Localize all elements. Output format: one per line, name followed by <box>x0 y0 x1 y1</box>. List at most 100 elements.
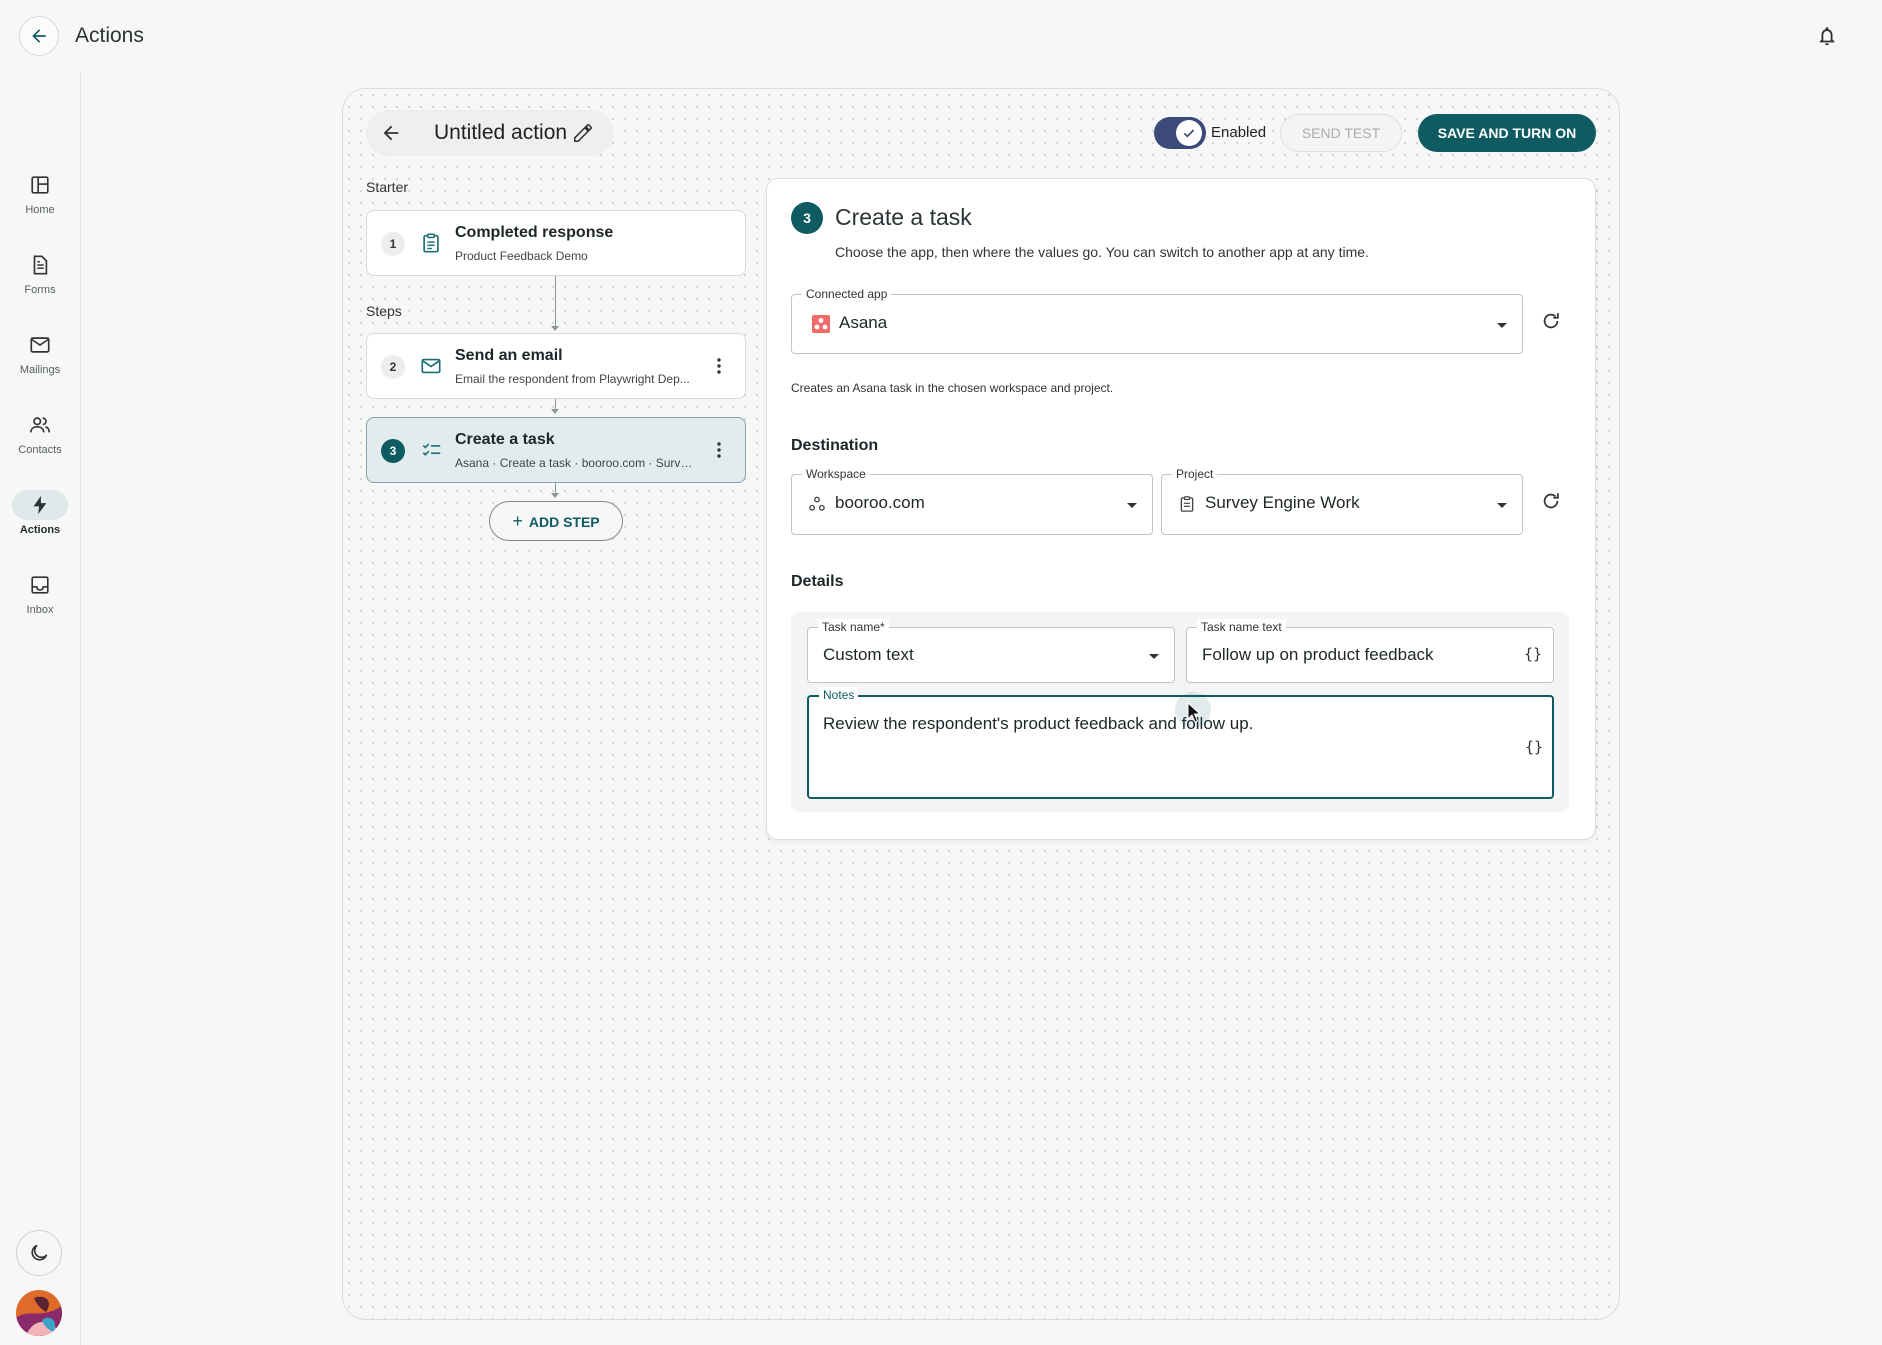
insert-variable-icon[interactable]: {} <box>1524 645 1542 663</box>
step-number: 1 <box>381 232 405 256</box>
step-title: Create a task <box>455 431 555 448</box>
bell-icon <box>1819 27 1835 46</box>
step-title: Send an email <box>455 347 563 364</box>
sidebar-item-inbox[interactable]: Inbox <box>0 570 80 616</box>
project-icon <box>1178 495 1196 513</box>
sidebar-item-mailings[interactable]: Mailings <box>0 330 80 376</box>
forms-icon <box>33 255 48 275</box>
asana-icon <box>812 315 830 333</box>
chevron-down-icon <box>1127 503 1137 508</box>
field-label: Task name text <box>1197 619 1286 635</box>
field-value: Follow up on product feedback <box>1202 645 1434 664</box>
mail-icon <box>421 358 441 374</box>
step-number: 2 <box>381 355 405 379</box>
back-button[interactable] <box>19 16 59 56</box>
arrow-left-icon <box>32 29 46 43</box>
workspace-select[interactable]: Workspace booroo.com <box>791 466 1153 535</box>
starter-label: Starter <box>366 179 409 195</box>
sidebar-item-actions[interactable]: Actions <box>0 490 80 536</box>
add-step-button[interactable]: + ADD STEP <box>489 501 623 541</box>
field-label: Workspace <box>802 466 870 482</box>
insert-variable-icon[interactable]: {} <box>1525 738 1543 756</box>
send-test-button[interactable]: SEND TEST <box>1280 114 1402 152</box>
sidebar-item-contacts[interactable]: Contacts <box>0 410 80 456</box>
step-card-create-task[interactable]: 3 Create a task Asana · Create a task · … <box>366 417 746 483</box>
contacts-icon <box>30 417 50 433</box>
step-number: 3 <box>381 439 405 463</box>
task-name-text-input[interactable]: Task name text Follow up on product feed… <box>1186 619 1554 683</box>
sidebar-item-label: Contacts <box>18 444 62 456</box>
mail-icon <box>30 337 50 353</box>
project-select[interactable]: Project Survey Engine Work <box>1161 466 1523 535</box>
sidebar-item-label: Actions <box>19 524 61 536</box>
sidebar-item-forms[interactable]: Forms <box>0 250 80 296</box>
sidebar-item-label: Forms <box>24 284 56 296</box>
more-vertical-icon <box>717 358 721 374</box>
save-and-turn-on-button[interactable]: SAVE AND TURN ON <box>1418 114 1596 152</box>
add-step-label: ADD STEP <box>528 514 600 530</box>
refresh-destination-button[interactable] <box>1540 490 1562 512</box>
field-label: Project <box>1172 466 1218 482</box>
refresh-icon <box>1543 313 1559 329</box>
checklist-icon <box>422 443 441 456</box>
field-value: booroo.com <box>835 493 925 512</box>
chevron-down-icon <box>1497 323 1507 328</box>
step-more-button[interactable] <box>716 440 722 460</box>
field-value: Custom text <box>823 645 914 664</box>
app-helper-text: Creates an Asana task in the chosen work… <box>791 381 1114 395</box>
sidebar-item-label: Home <box>25 204 55 216</box>
chevron-down-icon <box>1497 503 1507 508</box>
field-value: Survey Engine Work <box>1205 493 1360 512</box>
connector-arrow <box>551 409 559 414</box>
enabled-toggle[interactable] <box>1154 117 1206 149</box>
steps-label: Steps <box>366 303 402 319</box>
refresh-app-button[interactable] <box>1540 310 1562 332</box>
moon-icon <box>31 1244 48 1261</box>
clipboard-icon <box>423 233 439 253</box>
connector-arrow <box>551 493 559 498</box>
avatar[interactable] <box>16 1290 62 1336</box>
step-card-send-email[interactable]: 2 Send an email Email the respondent fro… <box>366 333 746 399</box>
field-value: Asana <box>839 313 888 332</box>
details-heading: Details <box>791 573 844 590</box>
field-label: Task name* <box>818 619 889 635</box>
action-title-bar: Untitled action <box>366 110 614 156</box>
connected-app-select[interactable]: Connected app Asana <box>791 286 1523 354</box>
step-subtitle: Product Feedback Demo <box>455 249 588 263</box>
step-subtitle: Email the respondent from Playwright Dep… <box>455 372 690 386</box>
avatar-image <box>16 1290 62 1336</box>
panel-title: Create a task <box>835 204 972 230</box>
connector <box>555 276 556 326</box>
step-card-starter[interactable]: 1 Completed response Product Feedback De… <box>366 210 746 276</box>
sidebar-item-label: Mailings <box>19 364 61 376</box>
enabled-label: Enabled <box>1211 124 1267 141</box>
connector-arrow <box>551 326 559 331</box>
field-label: Notes <box>819 687 859 703</box>
canvas-back-button[interactable] <box>380 122 402 144</box>
inbox-icon <box>31 576 49 594</box>
panel-step-number: 3 <box>791 202 823 234</box>
workspace-icon <box>808 495 826 513</box>
pencil-icon <box>573 123 593 143</box>
field-label: Connected app <box>802 286 892 302</box>
task-name-select[interactable]: Task name* Custom text <box>807 619 1175 683</box>
destination-heading: Destination <box>791 437 879 454</box>
notifications-button[interactable] <box>1816 24 1838 48</box>
arrow-left-icon <box>383 125 399 141</box>
bolt-icon <box>33 495 47 515</box>
action-title: Untitled action <box>434 121 568 144</box>
step-more-button[interactable] <box>716 356 722 376</box>
theme-toggle-button[interactable] <box>16 1230 62 1276</box>
plus-icon: + <box>512 511 523 531</box>
refresh-icon <box>1543 493 1559 509</box>
check-icon <box>1183 129 1195 138</box>
panel-description: Choose the app, then where the values go… <box>835 244 1369 260</box>
page-title: Actions <box>75 24 144 47</box>
home-icon <box>31 176 49 194</box>
step-title: Completed response <box>455 224 614 241</box>
step-subtitle: Asana · Create a task · booroo.com · Sur… <box>455 456 695 470</box>
sidebar-item-label: Inbox <box>26 604 54 616</box>
edit-title-button[interactable] <box>572 122 594 144</box>
sidebar-item-home[interactable]: Home <box>0 170 80 216</box>
chevron-down-icon <box>1149 654 1159 659</box>
